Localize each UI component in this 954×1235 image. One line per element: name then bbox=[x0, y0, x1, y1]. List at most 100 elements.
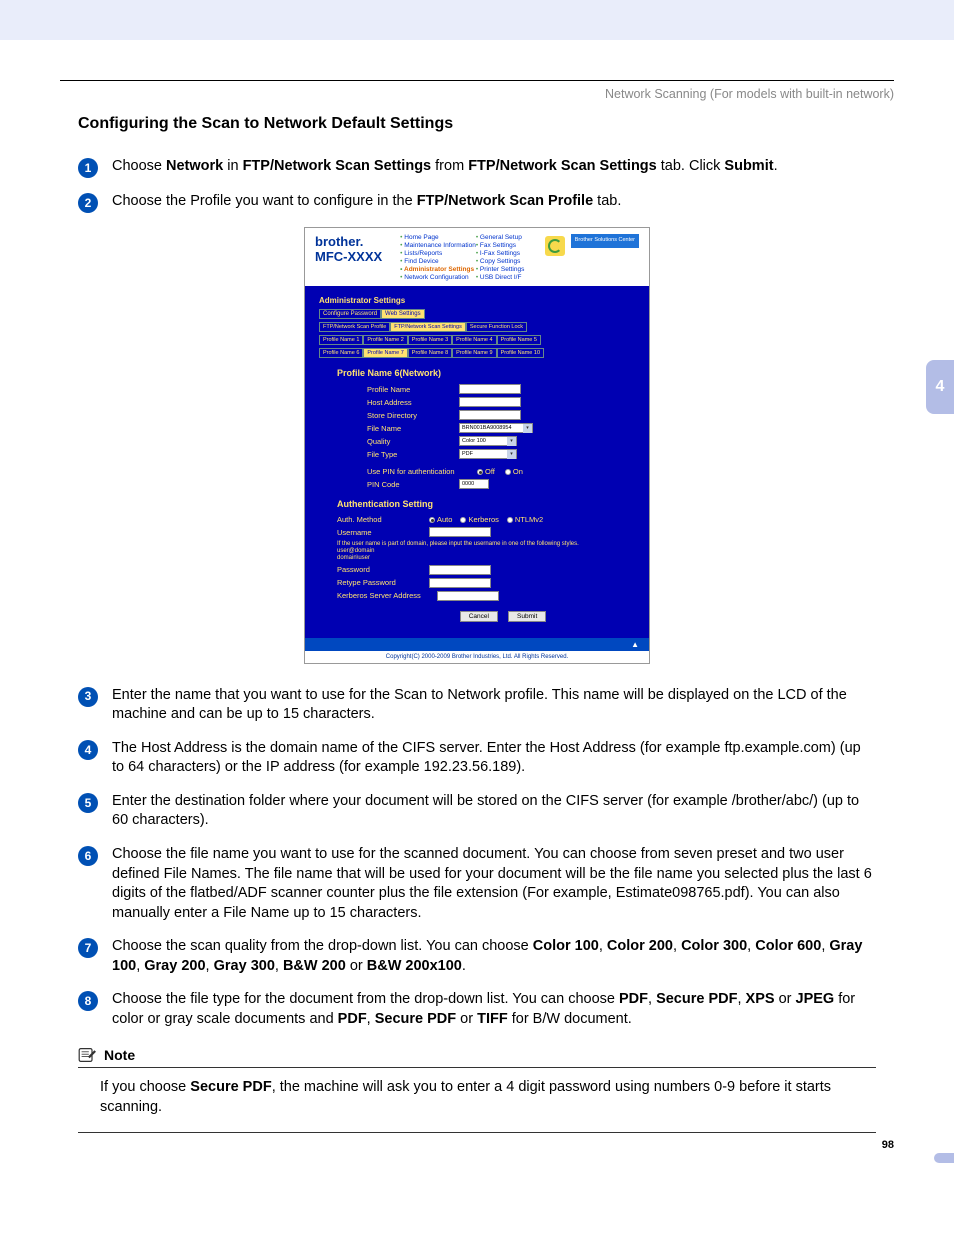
nav-item[interactable]: Copy Settings bbox=[476, 258, 539, 265]
solutions-center-link[interactable]: Brother Solutions Center bbox=[571, 234, 639, 248]
host-address-input[interactable] bbox=[459, 397, 521, 407]
chevron-down-icon: ▾ bbox=[523, 424, 532, 433]
divider bbox=[60, 80, 894, 81]
note-icon bbox=[78, 1047, 98, 1063]
nav-item[interactable]: Lists/Reports bbox=[400, 250, 476, 257]
step-bullet: 7 bbox=[78, 938, 98, 958]
field-label: Quality bbox=[367, 437, 459, 446]
tab[interactable]: Profile Name 5 bbox=[497, 335, 541, 345]
field-label: Retype Password bbox=[337, 578, 429, 587]
globe-icon bbox=[545, 236, 565, 256]
nav-item[interactable]: USB Direct I/F bbox=[476, 274, 539, 281]
tab[interactable]: Profile Name 8 bbox=[408, 348, 452, 358]
tab-row: Profile Name 6Profile Name 7Profile Name… bbox=[319, 347, 639, 358]
field-label: PIN Code bbox=[367, 480, 459, 489]
cancel-button[interactable]: Cancel bbox=[460, 611, 498, 622]
tab[interactable]: Profile Name 2 bbox=[363, 335, 407, 345]
tab-row: Profile Name 1Profile Name 2Profile Name… bbox=[319, 334, 639, 345]
radio-ntlm[interactable] bbox=[507, 517, 513, 523]
text: Choose the file name you want to use for… bbox=[112, 845, 876, 923]
nav-item[interactable]: Network Configuration bbox=[400, 274, 476, 281]
radio-label: On bbox=[513, 467, 523, 476]
text: Enter the name that you want to use for … bbox=[112, 686, 876, 725]
text: Choose the scan quality from the drop-do… bbox=[112, 937, 876, 976]
tab[interactable]: Profile Name 1 bbox=[319, 335, 363, 345]
text: from bbox=[431, 158, 468, 174]
tab-row: Configure PasswordWeb Settings bbox=[319, 308, 639, 319]
tab[interactable]: Secure Function Lock bbox=[466, 322, 527, 332]
tab-active[interactable]: Profile Name 7 bbox=[363, 348, 407, 358]
nav-item[interactable]: Maintenance Information bbox=[400, 242, 476, 249]
step-bullet: 3 bbox=[78, 687, 98, 707]
quality-select[interactable]: Color 100▾ bbox=[459, 436, 517, 446]
section-title: Administrator Settings bbox=[319, 296, 639, 305]
file-name-select[interactable]: BRN001BA9008954▾ bbox=[459, 423, 533, 433]
tab[interactable]: Profile Name 6 bbox=[319, 348, 363, 358]
field-label: Store Directory bbox=[367, 411, 459, 420]
note-label: Note bbox=[104, 1047, 135, 1063]
tab[interactable]: Configure Password bbox=[319, 309, 381, 319]
tab[interactable]: Profile Name 3 bbox=[408, 335, 452, 345]
file-type-select[interactable]: PDF▾ bbox=[459, 449, 517, 459]
text: FTP/Network Scan Settings bbox=[243, 158, 432, 174]
embedded-screenshot: brother. MFC-XXXX Home Page Maintenance … bbox=[304, 227, 650, 664]
nav-item[interactable]: Home Page bbox=[400, 234, 476, 241]
form-section-title: Profile Name 6(Network) bbox=[337, 368, 639, 378]
chevron-down-icon: ▾ bbox=[507, 437, 516, 446]
nav-item[interactable]: General Setup bbox=[476, 234, 539, 241]
step-bullet: 1 bbox=[78, 158, 98, 178]
tab-active[interactable]: FTP/Network Scan Settings bbox=[390, 322, 466, 332]
copyright: Copyright(C) 2000-2009 Brother Industrie… bbox=[305, 651, 649, 663]
text: tab. Click bbox=[657, 158, 725, 174]
tab-row: FTP/Network Scan ProfileFTP/Network Scan… bbox=[319, 321, 639, 332]
store-directory-input[interactable] bbox=[459, 410, 521, 420]
profile-name-input[interactable] bbox=[459, 384, 521, 394]
back-to-top[interactable]: ▲ bbox=[305, 638, 649, 651]
step-2: 2 Choose the Profile you want to configu… bbox=[78, 192, 876, 213]
tab[interactable]: Profile Name 4 bbox=[452, 335, 496, 345]
field-label: Kerberos Server Address bbox=[337, 591, 437, 600]
text: Submit bbox=[724, 158, 773, 174]
text: Choose the Profile you want to configure… bbox=[112, 193, 417, 209]
nav-item[interactable]: Printer Settings bbox=[476, 266, 539, 273]
radio-label: Auto bbox=[437, 515, 452, 524]
pin-code-input[interactable]: 0000 bbox=[459, 479, 489, 489]
radio-auto[interactable] bbox=[429, 517, 435, 523]
step-3: 3 Enter the name that you want to use fo… bbox=[78, 686, 876, 725]
field-label: Password bbox=[337, 565, 429, 574]
radio-off[interactable] bbox=[477, 469, 483, 475]
text: Choose bbox=[112, 158, 166, 174]
page-number: 98 bbox=[882, 1139, 894, 1151]
step-bullet: 4 bbox=[78, 740, 98, 760]
field-label: Use PIN for authentication bbox=[367, 467, 477, 476]
radio-on[interactable] bbox=[505, 469, 511, 475]
retype-password-input[interactable] bbox=[429, 578, 491, 588]
note-block: Note If you choose Secure PDF, the machi… bbox=[78, 1047, 876, 1132]
text: FTP/Network Scan Settings bbox=[468, 158, 657, 174]
username-input[interactable] bbox=[429, 527, 491, 537]
nav-item[interactable]: Find Device bbox=[400, 258, 476, 265]
tab-active[interactable]: Web Settings bbox=[381, 309, 425, 319]
footer-accent bbox=[934, 1153, 954, 1163]
nav-item[interactable]: Fax Settings bbox=[476, 242, 539, 249]
tab[interactable]: FTP/Network Scan Profile bbox=[319, 322, 390, 332]
password-input[interactable] bbox=[429, 565, 491, 575]
radio-label: Kerberos bbox=[468, 515, 498, 524]
chevron-down-icon: ▾ bbox=[507, 450, 516, 459]
radio-kerberos[interactable] bbox=[460, 517, 466, 523]
side-tab: 4 bbox=[926, 360, 954, 414]
tab[interactable]: Profile Name 10 bbox=[497, 348, 544, 358]
step-bullet: 6 bbox=[78, 846, 98, 866]
text: Network bbox=[166, 158, 223, 174]
nav-item[interactable]: I-Fax Settings bbox=[476, 250, 539, 257]
brand-logo: brother. bbox=[315, 234, 382, 249]
nav-item-active[interactable]: Administrator Settings bbox=[400, 266, 476, 273]
text: The Host Address is the domain name of t… bbox=[112, 739, 876, 778]
kerberos-server-input[interactable] bbox=[437, 591, 499, 601]
step-6: 6 Choose the file name you want to use f… bbox=[78, 845, 876, 923]
step-5: 5 Enter the destination folder where you… bbox=[78, 792, 876, 831]
tab[interactable]: Profile Name 9 bbox=[452, 348, 496, 358]
field-label: Profile Name bbox=[367, 385, 459, 394]
submit-button[interactable]: Submit bbox=[508, 611, 546, 622]
text: tab. bbox=[593, 193, 621, 209]
